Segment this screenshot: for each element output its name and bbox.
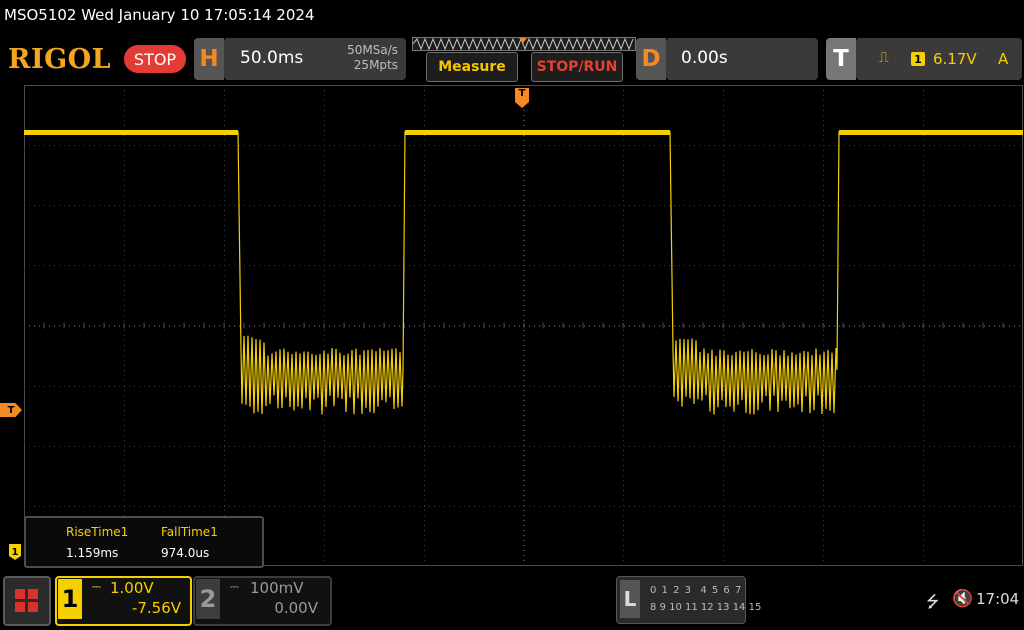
measurement-panel[interactable]: RiseTime1 FallTime1 1.159ms 974.0us [24,516,264,568]
dc-coupling-icon: ⎓ [92,580,101,593]
speaker-muted-icon[interactable]: 🔇 [952,589,973,609]
ch1-label[interactable]: 1 [58,579,82,619]
ch1-high-level [839,130,1023,135]
measurement-label-rise: RiseTime1 [66,525,129,539]
measure-button[interactable]: Measure [426,52,518,82]
measurement-value-rise: 1.159ms [66,546,119,560]
memory-position-strip[interactable] [412,37,636,51]
title-bar: MSO5102 Wed January 10 17:05:14 2024 [0,0,1024,34]
memory-depth: 25Mpts [353,58,398,72]
dc-coupling-icon: ⎓ [230,580,239,593]
trigger-menu-button[interactable]: T [826,38,856,80]
ch1-vertical-scale: 1.00V [110,579,154,597]
trigger-mode: A [998,50,1009,68]
ch1-high-level [24,130,238,135]
horizontal-menu-button[interactable]: H [194,38,224,80]
logic-analyzer-label[interactable]: L [620,580,640,618]
rigol-logo: RIGOL [8,44,112,75]
logic-channels-row-1: 0 1 2 3 4 5 6 7 [650,585,743,596]
timebase-value: 50.0ms [240,48,304,68]
measurement-label-fall: FallTime1 [161,525,218,539]
home-menu-button[interactable] [3,576,51,626]
waveform-display[interactable] [24,85,1023,566]
run-state-badge[interactable]: STOP [124,45,186,73]
ch2-label[interactable]: 2 [196,579,220,619]
ch1-offset: -7.56V [131,599,181,617]
trigger-level-value: 6.17V [933,50,977,68]
top-toolbar: RIGOL STOP H 50.0ms 50MSa/s 25Mpts Measu… [0,34,1024,84]
rising-edge-icon: ⎍ [879,50,889,66]
trigger-level-marker[interactable]: T [0,403,22,417]
usb-icon: ⭍ [926,592,940,611]
window-title: MSO5102 Wed January 10 17:05:14 2024 [4,6,315,24]
sample-info: 50MSa/s 25Mpts [320,43,398,73]
delay-value: 0.00s [681,48,728,68]
trigger-source-badge: 1 [911,52,925,66]
stop-run-button[interactable]: STOP/RUN [531,52,623,82]
logic-channels-row-2: 8 9 10 11 12 13 14 15 [650,602,762,613]
ch2-vertical-scale: 100mV [250,579,304,597]
ch1-high-level [405,130,670,135]
ch1-ground-marker[interactable]: 1 [9,544,21,560]
status-clock: 17:04 [976,590,1020,608]
measurement-value-fall: 974.0us [161,546,210,560]
sample-rate: 50MSa/s [347,43,398,57]
grid-menu-icon [15,589,38,612]
ch2-offset: 0.00V [274,599,318,617]
delay-menu-button[interactable]: D [636,38,666,80]
